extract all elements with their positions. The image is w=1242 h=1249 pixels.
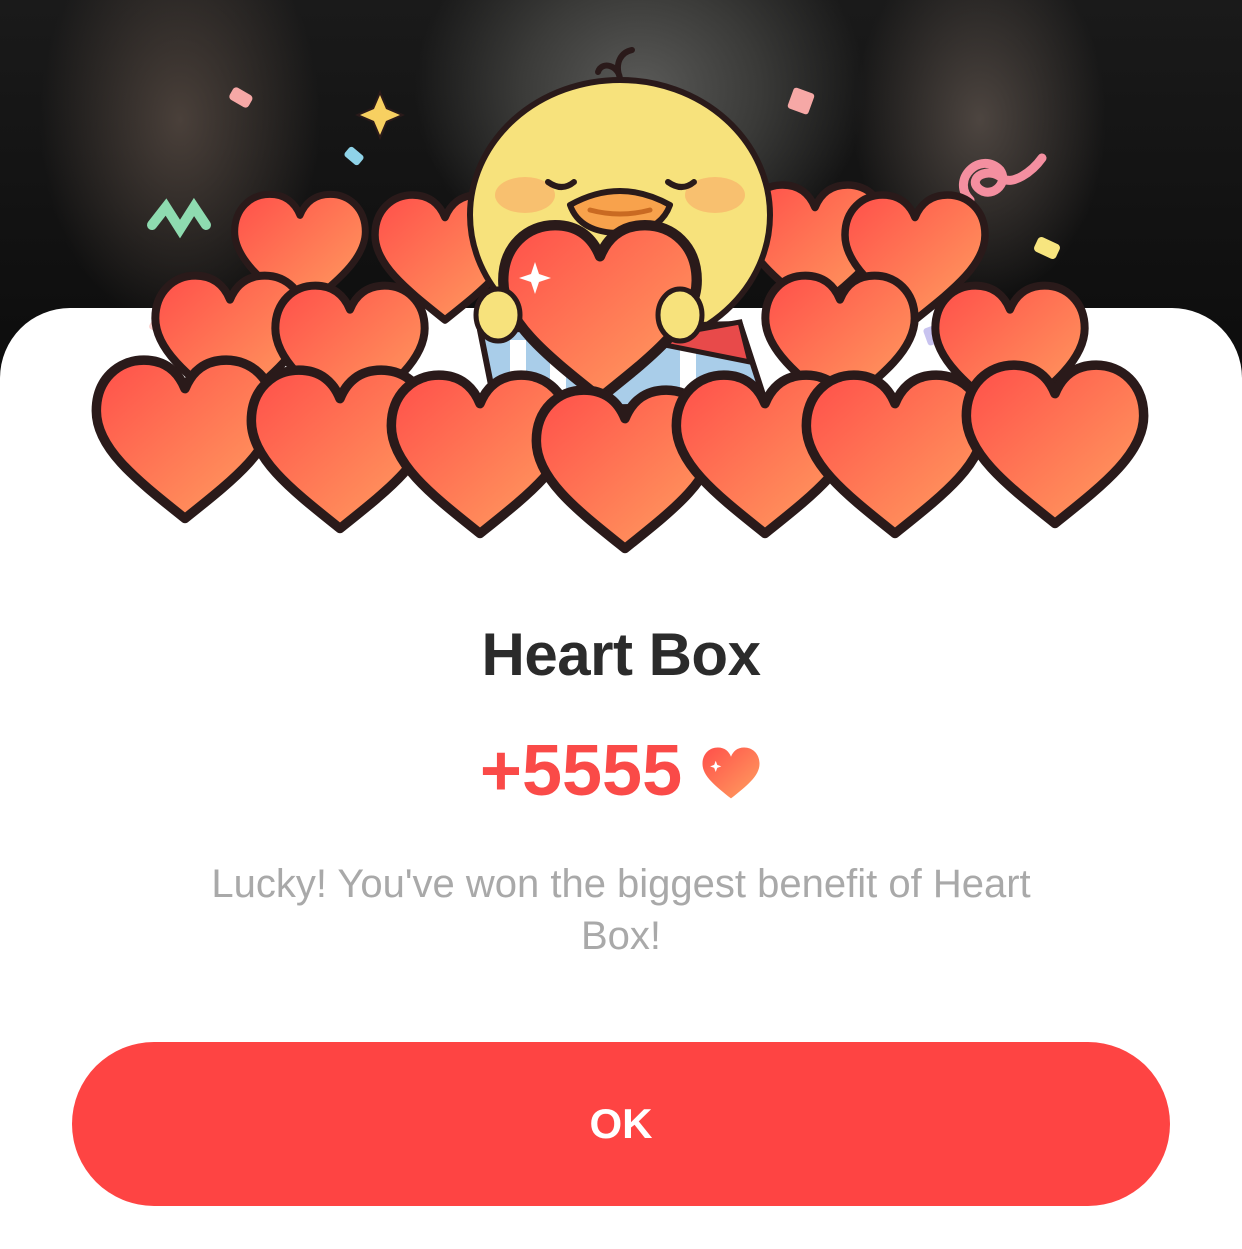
dialog-message: Lucky! You've won the biggest benefit of… [211,862,1031,958]
heart-icon [702,747,760,799]
dialog-title: Heart Box [481,621,761,688]
reward-row: +5555 [0,730,1242,812]
reward-amount: +5555 [479,731,683,811]
heart-box-illustration [80,47,1160,560]
ok-button[interactable]: OK [72,1042,1170,1206]
